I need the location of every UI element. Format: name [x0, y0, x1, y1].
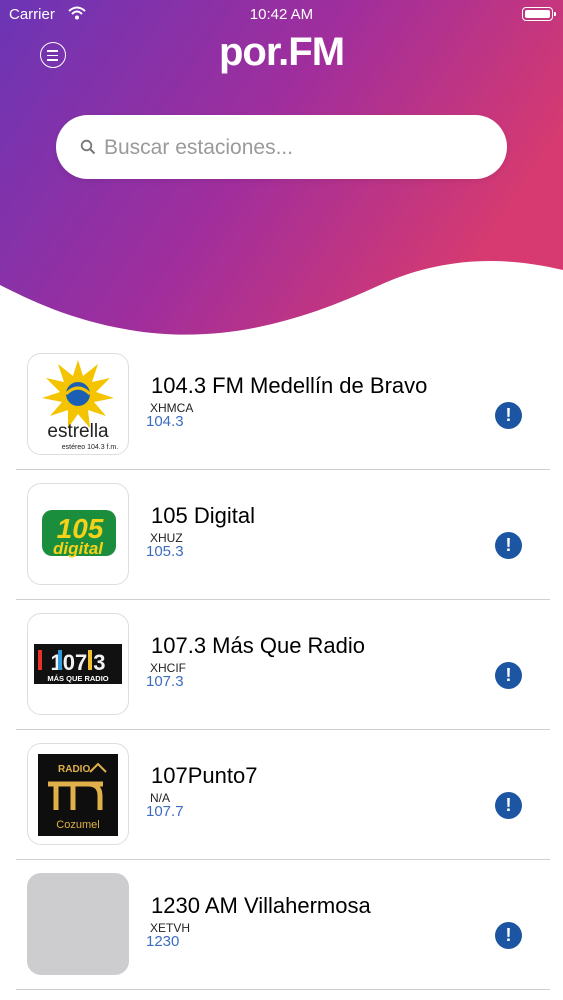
svg-text:RADIO: RADIO	[58, 764, 90, 775]
status-bar: Carrier 10:42 AM	[0, 0, 563, 30]
placeholder-logo	[27, 873, 129, 975]
station-frequency: 1230	[146, 933, 180, 950]
station-frequency: 107.7	[146, 803, 184, 820]
station-frequency: 105.3	[146, 543, 184, 560]
station-row[interactable]: 105 digital 105 Digital XHUZ 105.3 !	[16, 470, 550, 600]
station-name: 1230 AM Villahermosa	[151, 893, 371, 918]
battery-icon	[522, 7, 556, 21]
station-name: 107.3 Más Que Radio	[151, 633, 366, 658]
station-row[interactable]: 107.3 MÁS QUE RADIO 107.3 Más Que Radio …	[16, 600, 550, 730]
svg-text:digital: digital	[53, 539, 104, 558]
app-logo: por.FM	[218, 30, 345, 74]
station-list: estrella estéreo 104.3 f.m. 104.3 FM Med…	[16, 340, 550, 990]
search-icon	[80, 139, 96, 155]
radio-cozumel-logo: RADIO Cozumel	[27, 743, 129, 845]
info-icon[interactable]: !	[495, 662, 522, 689]
svg-text:estéreo 104.3 f.m.: estéreo 104.3 f.m.	[62, 444, 118, 451]
station-row[interactable]: 1230 AM Villahermosa XETVH 1230 !	[16, 860, 550, 990]
search-bar[interactable]	[56, 115, 507, 179]
station-name: 105 Digital	[151, 503, 255, 528]
station-row[interactable]: RADIO Cozumel 107Punto7 N/A 107.7 !	[16, 730, 550, 860]
station-row[interactable]: estrella estéreo 104.3 f.m. 104.3 FM Med…	[16, 340, 550, 470]
svg-text:Cozumel: Cozumel	[56, 819, 99, 831]
107-3-logo: 107.3 MÁS QUE RADIO	[27, 613, 129, 715]
station-frequency: 104.3	[146, 413, 184, 430]
info-icon[interactable]: !	[495, 402, 522, 429]
105-digital-logo: 105 digital	[27, 483, 129, 585]
search-input[interactable]	[102, 129, 486, 167]
svg-text:MÁS QUE RADIO: MÁS QUE RADIO	[47, 674, 108, 683]
info-icon[interactable]: !	[495, 792, 522, 819]
estrella-logo: estrella estéreo 104.3 f.m.	[27, 353, 129, 455]
station-name: 104.3 FM Medellín de Bravo	[151, 373, 428, 398]
info-icon[interactable]: !	[495, 532, 522, 559]
station-name: 107Punto7	[151, 763, 258, 788]
info-icon[interactable]: !	[495, 922, 522, 949]
station-frequency: 107.3	[146, 673, 184, 690]
svg-text:estrella: estrella	[47, 421, 109, 442]
clock: 10:42 AM	[249, 6, 314, 23]
